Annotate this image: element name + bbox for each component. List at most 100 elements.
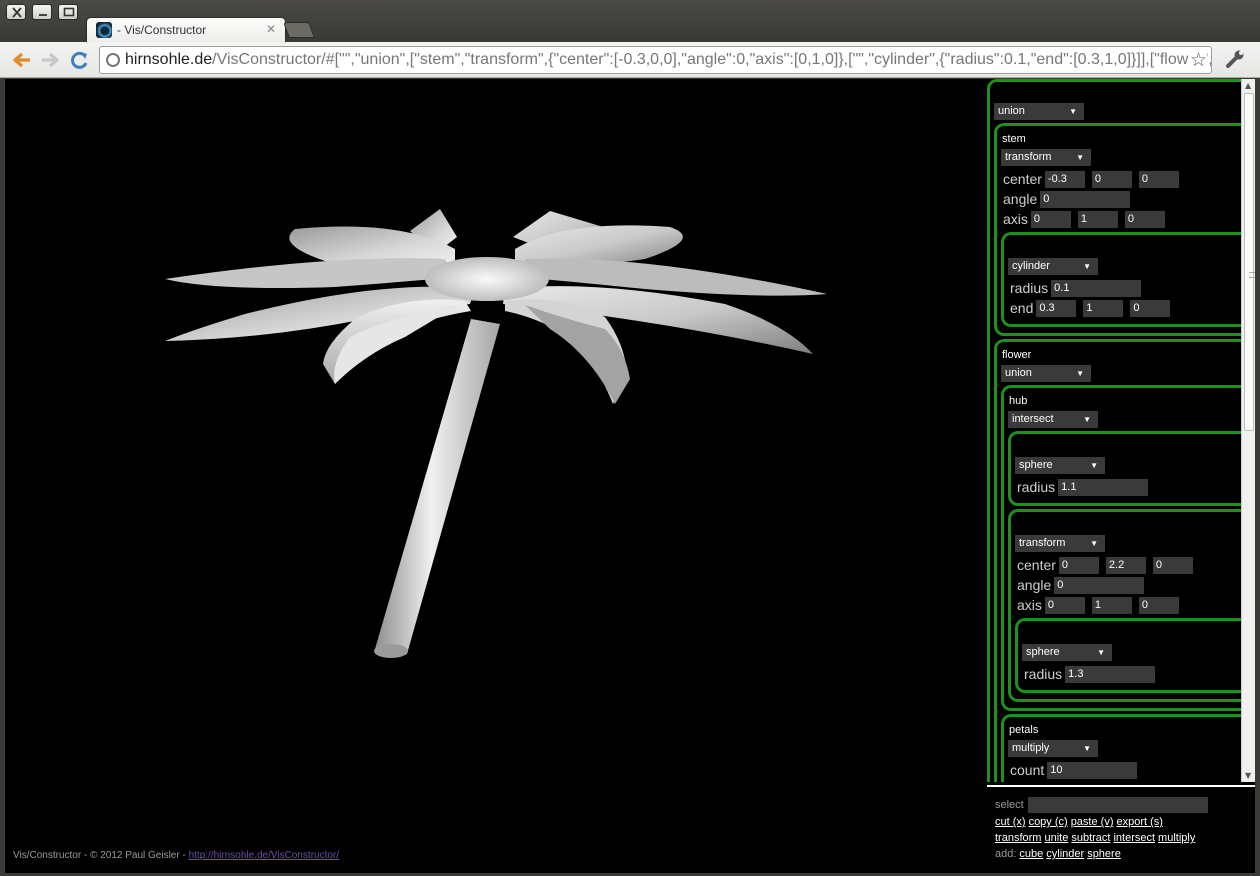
wrench-menu-icon[interactable] xyxy=(1224,49,1246,69)
stem-center-x[interactable]: -0.3 xyxy=(1044,170,1085,188)
tab-close-icon[interactable]: ✕ xyxy=(266,22,276,36)
param-label: count xyxy=(1010,762,1045,778)
stem-center-z[interactable]: 0 xyxy=(1138,170,1179,188)
scroll-up-icon[interactable]: ▲ xyxy=(1245,81,1251,90)
node-name[interactable]: stem xyxy=(1002,132,1241,146)
node-name[interactable]: flower xyxy=(1002,348,1241,362)
tab-title: - Vis/Constructor xyxy=(117,23,207,37)
cylinder-op-select[interactable]: cylinder ▼ xyxy=(1008,258,1098,275)
browser-tab[interactable]: - Vis/Constructor ✕ xyxy=(86,17,286,43)
add-cylinder-link[interactable]: cylinder xyxy=(1046,848,1084,860)
node-name[interactable] xyxy=(1016,440,1241,454)
transform-axis-x[interactable]: 0 xyxy=(1044,596,1085,614)
sphere-radius[interactable]: 1.3 xyxy=(1065,665,1156,683)
transform-axis-y[interactable]: 1 xyxy=(1091,596,1132,614)
petals-count[interactable]: 10 xyxy=(1047,761,1138,779)
unite-link[interactable]: unite xyxy=(1044,832,1068,844)
dropdown-arrow-icon: ▼ xyxy=(1083,415,1091,424)
sphere-op-select[interactable]: sphere ▼ xyxy=(1015,457,1105,474)
copy-link[interactable]: copy (c) xyxy=(1029,816,1068,828)
reload-icon[interactable] xyxy=(69,50,91,70)
tree-node-sphere[interactable]: sphere ▼ radius 1.1 xyxy=(1008,431,1241,506)
tree-node-stem[interactable]: stem transform ▼ center -0.3 0 0 angle 0 … xyxy=(994,123,1241,336)
close-window-button[interactable] xyxy=(6,4,26,20)
tree-node-root[interactable]: union ▼ stem transform ▼ center -0.3 0 0 a… xyxy=(987,79,1241,782)
stem-axis-z[interactable]: 0 xyxy=(1124,210,1165,228)
cylinder-end-z[interactable]: 0 xyxy=(1130,299,1171,317)
scrollbar-thumb[interactable] xyxy=(1244,93,1255,431)
param-label: radius xyxy=(1017,479,1056,495)
webgl-viewport[interactable]: Vis/Constructor - © 2012 Paul Geisler - … xyxy=(5,79,1255,873)
cylinder-radius[interactable]: 0.1 xyxy=(1051,279,1142,297)
dropdown-arrow-icon: ▼ xyxy=(1083,744,1091,753)
transform-center-y[interactable]: 2.2 xyxy=(1105,556,1146,574)
minimize-window-button[interactable] xyxy=(32,4,52,20)
select-label: select xyxy=(995,799,1024,811)
param-label: angle xyxy=(1003,191,1038,207)
transform-angle[interactable]: 0 xyxy=(1054,576,1145,594)
window-titlebar: - Vis/Constructor ✕ xyxy=(0,0,1260,43)
node-name[interactable] xyxy=(1016,518,1241,532)
scroll-down-icon[interactable]: ▼ xyxy=(1245,771,1251,780)
export-link[interactable]: export (s) xyxy=(1116,816,1162,828)
petals-center-z[interactable]: 0 xyxy=(1145,781,1186,782)
hub-op-select[interactable]: intersect ▼ xyxy=(1008,411,1098,428)
flower-op-select[interactable]: union ▼ xyxy=(1001,365,1091,382)
root-op-select[interactable]: union ▼ xyxy=(994,103,1084,120)
petals-op-select[interactable]: multiply ▼ xyxy=(1008,740,1098,757)
page-info-icon[interactable] xyxy=(106,53,120,67)
transform-op-select[interactable]: transform ▼ xyxy=(1015,535,1105,552)
panel-scrollbar[interactable]: ▲ ▼ xyxy=(1241,79,1255,782)
new-tab-button[interactable] xyxy=(283,22,315,38)
transform-link[interactable]: transform xyxy=(995,832,1041,844)
construction-tree-panel[interactable]: union ▼ stem transform ▼ center -0.3 0 0 a… xyxy=(987,79,1241,782)
cylinder-end-y[interactable]: 1 xyxy=(1083,299,1124,317)
tree-node-flower[interactable]: flower union ▼ hub intersect ▼ sphere ▼ rad… xyxy=(994,339,1241,782)
cylinder-end-x[interactable]: 0.3 xyxy=(1036,299,1077,317)
tree-node-sphere[interactable]: sphere ▼ radius 1.3 xyxy=(1015,618,1241,693)
bookmark-star-icon[interactable]: ☆ xyxy=(1187,49,1207,71)
param-label: axis xyxy=(1017,597,1042,613)
add-cube-link[interactable]: cube xyxy=(1019,848,1043,860)
node-name[interactable] xyxy=(1023,627,1241,641)
node-name[interactable]: petals xyxy=(1009,723,1241,737)
transform-center-z[interactable]: 0 xyxy=(1152,556,1193,574)
stem-op-select[interactable]: transform ▼ xyxy=(1001,149,1091,166)
tree-node-transform[interactable]: transform ▼ center 0 2.2 0 angle 0 axis 0… xyxy=(1008,509,1241,702)
dropdown-arrow-icon: ▼ xyxy=(1076,153,1084,162)
cut-link[interactable]: cut (x) xyxy=(995,816,1026,828)
op-links: transform unite subtract intersect multiply xyxy=(995,830,1255,846)
address-bar[interactable]: hirnsohle.de/VisConstructor/#["","union"… xyxy=(99,46,1212,74)
sphere-radius[interactable]: 1.1 xyxy=(1058,478,1149,496)
maximize-icon xyxy=(63,7,75,17)
add-sphere-link[interactable]: sphere xyxy=(1087,848,1121,860)
dropdown-arrow-icon: ▼ xyxy=(1069,107,1077,116)
node-name[interactable]: hub xyxy=(1009,394,1241,408)
tree-node-cylinder[interactable]: cylinder ▼ radius 0.1 end 0.3 1 0 xyxy=(1001,232,1241,327)
stem-angle[interactable]: 0 xyxy=(1040,190,1131,208)
tree-node-hub[interactable]: hub intersect ▼ sphere ▼ radius 1.1 transf… xyxy=(1001,385,1241,711)
credit-text: Vis/Constructor - © 2012 Paul Geisler - xyxy=(13,850,189,861)
petals-center-x[interactable]: 0 xyxy=(1051,781,1092,782)
transform-axis-z[interactable]: 0 xyxy=(1138,596,1179,614)
select-input[interactable] xyxy=(1027,797,1208,813)
intersect-link[interactable]: intersect xyxy=(1113,832,1155,844)
sphere-op-select[interactable]: sphere ▼ xyxy=(1022,644,1112,661)
stem-axis-y[interactable]: 1 xyxy=(1077,210,1118,228)
param-label: axis xyxy=(1003,211,1028,227)
maximize-window-button[interactable] xyxy=(58,4,78,20)
petals-center-y[interactable]: 0 xyxy=(1098,781,1139,782)
multiply-link[interactable]: multiply xyxy=(1158,832,1195,844)
stem-axis-x[interactable]: 0 xyxy=(1030,210,1071,228)
browser-toolbar: hirnsohle.de/VisConstructor/#["","union"… xyxy=(0,42,1260,78)
subtract-link[interactable]: subtract xyxy=(1071,832,1110,844)
tree-node-petals[interactable]: petals multiply▼ count 10 center 0 0 0 a… xyxy=(1001,714,1241,782)
transform-center-x[interactable]: 0 xyxy=(1058,556,1099,574)
flower-3d-render[interactable] xyxy=(5,79,985,873)
credit-link[interactable]: http://hirnsohle.de/VisConstructor/ xyxy=(189,850,339,861)
back-arrow-icon[interactable] xyxy=(10,50,32,70)
forward-arrow-icon[interactable] xyxy=(40,50,62,70)
stem-center-y[interactable]: 0 xyxy=(1091,170,1132,188)
paste-link[interactable]: paste (v) xyxy=(1071,816,1114,828)
node-name[interactable] xyxy=(1009,241,1241,255)
